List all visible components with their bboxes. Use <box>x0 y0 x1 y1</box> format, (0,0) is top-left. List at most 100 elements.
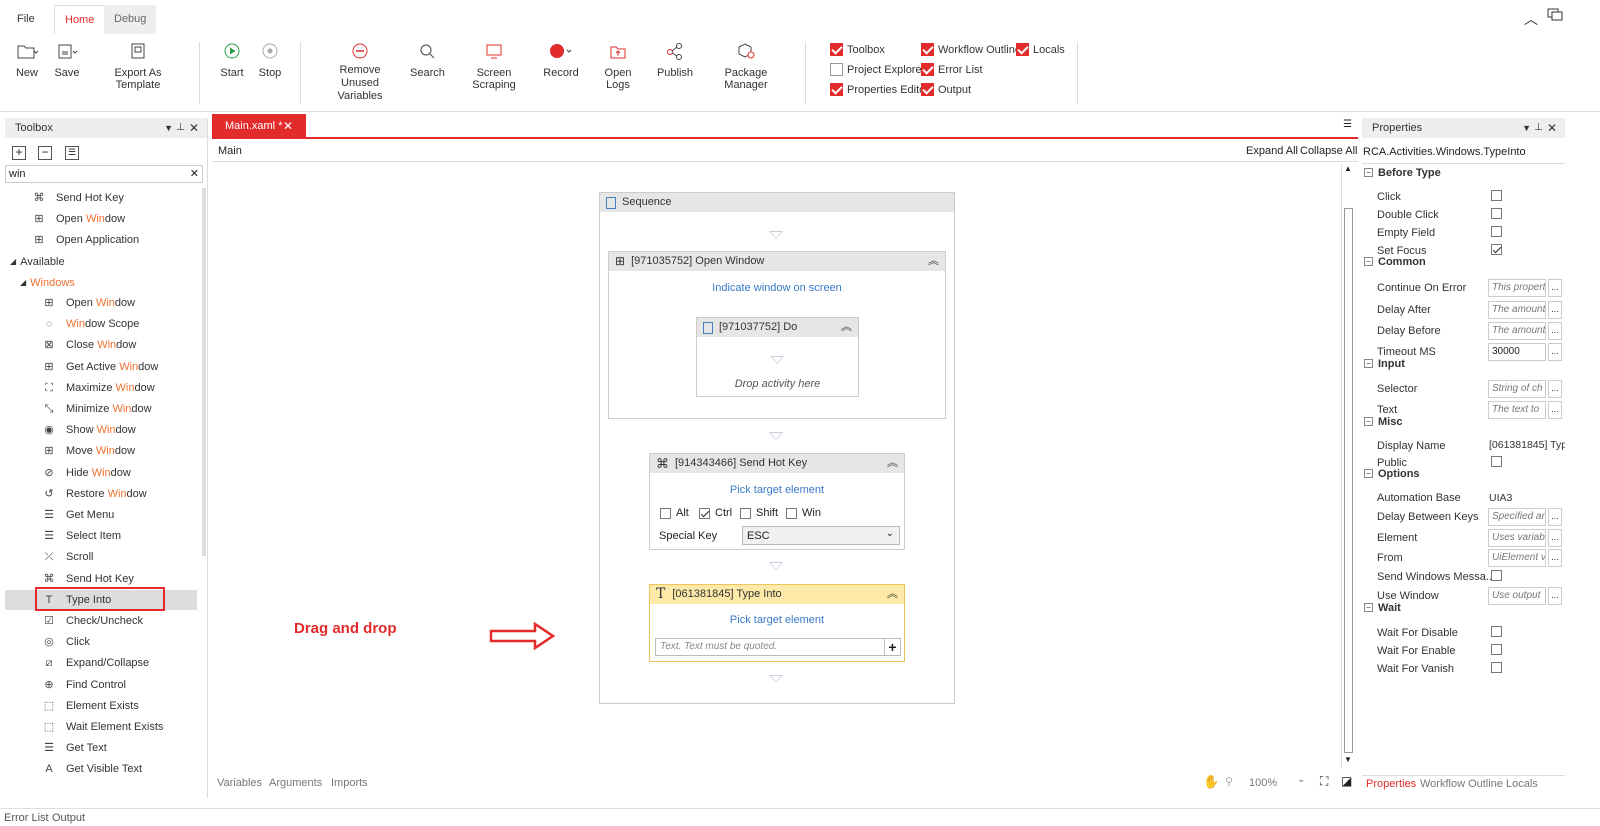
screen-scraping-button[interactable]: Screen Scraping <box>456 40 532 91</box>
toolbox-item[interactable]: ◉ Show Window <box>42 420 136 440</box>
special-key-select[interactable]: ESC ⌄ <box>742 526 900 545</box>
zoom-level[interactable]: 100% <box>1249 777 1277 789</box>
checkbox-icon[interactable] <box>1016 43 1029 56</box>
property-value-field[interactable]: Uses variab <box>1488 529 1546 547</box>
property-category-input[interactable]: − Input <box>1364 355 1564 372</box>
collapse-activity-icon[interactable]: ︽ <box>887 585 898 604</box>
search-button[interactable]: Search <box>410 40 445 79</box>
toggle-properties-editor[interactable]: Properties Editor <box>830 83 929 96</box>
tab-file[interactable]: File <box>7 5 45 34</box>
property-checkbox[interactable] <box>1491 226 1502 237</box>
do-activity[interactable]: [971037752] Do ︽ Drop activity here <box>696 317 859 397</box>
property-ellipsis-button[interactable]: ... <box>1548 508 1562 526</box>
clear-search-icon[interactable]: ✕ <box>190 167 199 180</box>
type-into-activity[interactable]: T [061381845] Type Into ︽ Pick target el… <box>649 584 905 662</box>
property-ellipsis-button[interactable]: ... <box>1548 549 1562 567</box>
pick-target-link[interactable]: Pick target element <box>650 614 904 626</box>
toolbox-item[interactable]: ◌ Window Scope <box>42 314 140 334</box>
collapse-category-icon[interactable]: − <box>1364 257 1373 266</box>
collapse-category-icon[interactable]: − <box>1364 469 1373 478</box>
modifier-shift[interactable]: Shift <box>740 507 778 519</box>
property-value-field[interactable]: String of ch <box>1488 380 1546 398</box>
toolbox-item[interactable]: ⊞ Move Window <box>42 441 135 461</box>
property-value-field[interactable]: This property <box>1488 279 1546 297</box>
collapse-category-icon[interactable]: − <box>1364 168 1373 177</box>
property-checkbox[interactable] <box>1491 570 1502 581</box>
sequence-activity[interactable]: Sequence ⊞ [971035752] Open Window ︽ Ind… <box>599 192 955 704</box>
collapse-all-icon[interactable]: − <box>38 146 52 160</box>
publish-button[interactable]: Publish <box>656 40 694 79</box>
toolbox-item[interactable]: A Get Visible Text <box>42 759 142 779</box>
zoom-dropdown-icon[interactable]: ⌄ <box>1297 774 1305 785</box>
zoom-search-icon[interactable]: ⚲ <box>1225 775 1233 788</box>
property-category-before-type[interactable]: − Before Type <box>1364 164 1564 181</box>
checkbox-icon[interactable] <box>921 63 934 76</box>
toolbox-item[interactable]: ⌘ Send Hot Key <box>42 569 134 589</box>
property-category-misc[interactable]: − Misc <box>1364 413 1564 430</box>
record-button[interactable]: Record <box>542 40 580 79</box>
property-checkbox[interactable] <box>1491 626 1502 637</box>
checkbox-icon[interactable] <box>740 507 751 519</box>
scroll-down-icon[interactable]: ▼ <box>1344 755 1352 764</box>
hand-icon[interactable]: ✋ <box>1203 774 1219 790</box>
property-category-common[interactable]: − Common <box>1364 253 1564 270</box>
property-value-field[interactable]: The amount <box>1488 301 1546 319</box>
property-ellipsis-button[interactable]: ... <box>1548 529 1562 547</box>
type-text-input[interactable]: Text. Text must be quoted. <box>655 638 885 656</box>
checkbox-icon[interactable] <box>699 507 710 519</box>
property-value-field[interactable]: UiElement v <box>1488 549 1546 567</box>
toggle-toolbox[interactable]: Toolbox <box>830 43 885 56</box>
doc-tab-main[interactable]: Main.xaml * ✕ <box>212 114 306 138</box>
property-ellipsis-button[interactable]: ... <box>1548 301 1562 319</box>
arguments-tab[interactable]: Arguments <box>269 777 322 789</box>
property-value-field[interactable]: The amount <box>1488 322 1546 340</box>
start-button[interactable]: Start <box>218 40 246 79</box>
pick-target-link[interactable]: Pick target element <box>650 484 904 496</box>
scroll-up-icon[interactable]: ▲ <box>1344 164 1352 173</box>
add-expression-button[interactable]: + <box>884 638 901 656</box>
property-checkbox[interactable] <box>1491 208 1502 219</box>
checkbox-icon[interactable] <box>830 83 843 96</box>
toolbox-item[interactable]: ☰ Get Text <box>42 738 107 758</box>
toolbox-item[interactable]: ☰ Get Menu <box>42 505 114 525</box>
new-button[interactable]: New <box>12 40 42 79</box>
toolbox-item[interactable]: ⊞ Open Window <box>42 293 135 313</box>
toolbox-item[interactable]: ⊠ Close Window <box>42 335 136 355</box>
close-tab-icon[interactable]: ✕ <box>283 114 293 138</box>
modifier-ctrl[interactable]: Ctrl <box>699 507 732 519</box>
toolbox-category-windows[interactable]: ◢ Windows <box>20 273 75 293</box>
close-icon[interactable]: ✕ <box>1547 118 1557 138</box>
toolbox-item[interactable]: ⊘ Hide Window <box>42 463 130 483</box>
toggle-output[interactable]: Output <box>921 83 971 96</box>
remove-unused-variables-button[interactable]: Remove Unused Variables <box>320 40 400 103</box>
open-logs-button[interactable]: Open Logs <box>592 40 644 91</box>
collapse-all-link[interactable]: Collapse All <box>1300 145 1357 157</box>
designer-vscrollbar[interactable]: ▲ ▼ <box>1341 164 1353 769</box>
collapse-activity-icon[interactable]: ︽ <box>841 318 852 337</box>
collapse-activity-icon[interactable]: ︽ <box>928 252 939 271</box>
property-category-options[interactable]: − Options <box>1364 465 1564 482</box>
toolbox-item[interactable]: ☰ Select Item <box>42 526 121 546</box>
tab-debug[interactable]: Debug <box>104 5 157 34</box>
save-button[interactable]: Save <box>52 40 82 79</box>
toolbox-item[interactable]: ⌘ Send Hot Key <box>32 188 124 208</box>
expand-all-link[interactable]: Expand All <box>1246 145 1298 157</box>
collapse-category-icon[interactable]: − <box>1364 359 1373 368</box>
property-ellipsis-button[interactable]: ... <box>1548 322 1562 340</box>
imports-tab[interactable]: Imports <box>331 777 368 789</box>
toolbox-search-field[interactable]: win ✕ <box>5 165 203 183</box>
list-view-icon[interactable]: ☰ <box>65 146 79 160</box>
toggle-error-list[interactable]: Error List <box>921 63 983 76</box>
property-checkbox[interactable] <box>1491 190 1502 201</box>
locals-tab[interactable]: Locals <box>1506 778 1538 790</box>
toolbox-category-available[interactable]: ◢ Available <box>10 252 65 272</box>
property-checkbox[interactable] <box>1491 662 1502 673</box>
workflow-outline-tab[interactable]: Workflow Outline <box>1420 778 1503 790</box>
toolbox-item[interactable]: ⬚ Element Exists <box>42 696 139 716</box>
collapse-category-icon[interactable]: − <box>1364 417 1373 426</box>
scroll-thumb[interactable] <box>1344 208 1353 753</box>
checkbox-icon[interactable] <box>921 83 934 96</box>
tab-home[interactable]: Home <box>54 5 106 35</box>
toolbox-scrollbar[interactable] <box>202 188 206 556</box>
property-ellipsis-button[interactable]: ... <box>1548 380 1562 398</box>
